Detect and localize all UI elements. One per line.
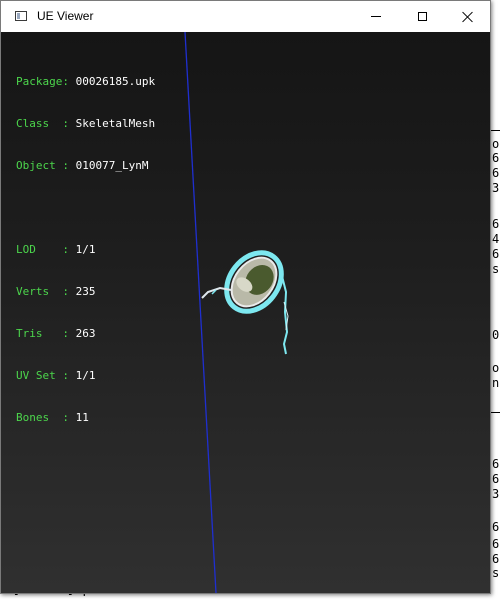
console-fragment: 6 bbox=[492, 217, 500, 231]
console-fragment: o bbox=[492, 361, 500, 375]
minimize-button[interactable] bbox=[353, 1, 399, 32]
minimize-icon bbox=[371, 16, 381, 17]
info-row-uv-set: UV Set : 1/1 bbox=[16, 369, 96, 382]
console-fragment: 4 bbox=[492, 232, 500, 246]
axis-line bbox=[184, 32, 217, 593]
console-fragment: 6 bbox=[492, 520, 500, 534]
console-fragment: 6 bbox=[492, 472, 500, 486]
info-row-verts: Verts : 235 bbox=[16, 285, 96, 298]
info-row-tris: Tris : 263 bbox=[16, 327, 96, 340]
console-fragment: s bbox=[492, 566, 500, 580]
mesh-info-overlay: Package: 00026185.upk Class : SkeletalMe… bbox=[16, 47, 155, 453]
info-row-bones: Bones : 11 bbox=[16, 411, 89, 424]
info-row-class: Class : SkeletalMesh bbox=[16, 117, 156, 130]
app-window-icon bbox=[15, 11, 27, 21]
console-fragment: 0 bbox=[492, 328, 500, 342]
console-fragment: 6 bbox=[492, 552, 500, 566]
title-bar[interactable]: UE Viewer bbox=[1, 1, 490, 32]
console-fragment: 6 bbox=[492, 457, 500, 471]
mesh-model bbox=[201, 250, 289, 355]
console-fragment: n bbox=[492, 376, 500, 390]
console-fragment: s bbox=[492, 262, 500, 276]
console-fragment: o bbox=[492, 137, 500, 151]
info-row-object: Object : 010077_LynM bbox=[16, 159, 149, 172]
close-button[interactable] bbox=[445, 1, 491, 32]
console-fragment: 6 bbox=[492, 537, 500, 551]
3d-viewport[interactable]: Package: 00026185.upk Class : SkeletalMe… bbox=[1, 32, 490, 593]
console-divider bbox=[491, 412, 500, 413]
info-row-lod: LOD : 1/1 bbox=[16, 243, 96, 256]
console-fragment: 3 bbox=[492, 487, 500, 501]
window-title: UE Viewer bbox=[37, 9, 94, 23]
console-fragment: 6 bbox=[492, 247, 500, 261]
ue-viewer-window[interactable]: UE Viewer Package: 00026185.upk Class: … bbox=[0, 0, 491, 594]
maximize-button[interactable] bbox=[399, 1, 445, 32]
maximize-icon bbox=[417, 12, 427, 21]
console-fragment: 3 bbox=[492, 181, 500, 195]
close-icon bbox=[462, 11, 474, 23]
console-divider bbox=[491, 130, 500, 131]
console-fragment: 6 bbox=[492, 151, 500, 165]
console-fragment: 6 bbox=[492, 166, 500, 180]
info-row-package: Package: 00026185.upk bbox=[16, 75, 156, 88]
